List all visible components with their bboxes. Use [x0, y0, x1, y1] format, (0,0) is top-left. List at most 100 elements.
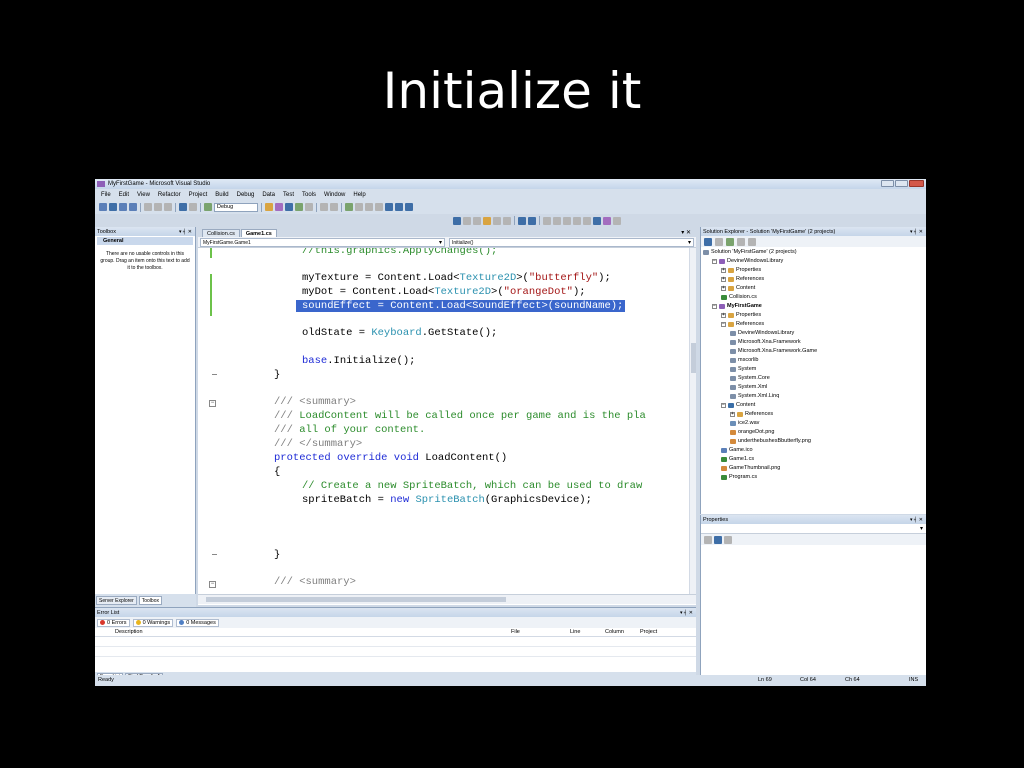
horizontal-scrollbar[interactable] — [198, 595, 696, 604]
cut-icon[interactable] — [144, 203, 152, 211]
start-debugging-icon[interactable] — [204, 203, 212, 211]
code-text-area[interactable]: //this.graphics.ApplyChanges(); myTextur… — [198, 248, 696, 595]
new-project-icon[interactable] — [99, 203, 107, 211]
expand-toggle-icon[interactable]: + — [721, 267, 726, 273]
continue-icon[interactable] — [345, 203, 353, 211]
copy-icon[interactable] — [154, 203, 162, 211]
decrease-indent-icon[interactable] — [493, 216, 501, 225]
panel-pin-icon[interactable]: ▾ ╡ ✕ — [910, 229, 923, 235]
quick-info-icon[interactable] — [473, 216, 481, 225]
tree-project-node[interactable]: − DevineWindowsLibrary — [712, 258, 783, 264]
tree-file-node[interactable]: Collision.cs — [721, 294, 757, 300]
step-over-icon[interactable] — [395, 203, 403, 211]
next-bookmark-folder-icon[interactable] — [583, 216, 591, 225]
menu-data[interactable]: Data — [262, 192, 275, 198]
property-pages-icon[interactable] — [724, 535, 732, 544]
tree-reference-node[interactable]: Microsoft.Xna.Framework.Game — [730, 348, 817, 354]
properties-icon[interactable] — [704, 237, 712, 246]
toolbox-group-general[interactable]: General — [97, 237, 193, 245]
minimize-button[interactable] — [881, 180, 894, 187]
solution-configuration-combo[interactable]: Debug — [214, 202, 258, 212]
tab-toolbox[interactable]: Toolbox — [138, 596, 162, 605]
menu-file[interactable]: File — [101, 192, 111, 198]
tree-folder-node[interactable]: + Content — [721, 285, 755, 291]
tree-reference-node[interactable]: Microsoft.Xna.Framework — [730, 339, 801, 345]
close-document-icon[interactable]: ▾ ✕ — [681, 229, 691, 236]
menu-help[interactable]: Help — [353, 192, 365, 198]
save-all-icon[interactable] — [129, 203, 137, 211]
debug-stop-icon[interactable] — [330, 203, 338, 211]
step-into-icon[interactable] — [385, 203, 393, 211]
tree-folder-node[interactable]: − Content — [721, 402, 755, 408]
errors-filter-button[interactable]: 0 Errors — [97, 618, 130, 627]
tree-folder-node[interactable]: + Properties — [721, 267, 761, 273]
tree-file-node[interactable]: Game.ico — [721, 447, 753, 453]
tree-reference-node[interactable]: System.Xml.Linq — [730, 393, 779, 399]
tree-file-node[interactable]: underthebushesBbutterfly.png — [730, 438, 811, 444]
panel-pin-icon[interactable]: ▾ ╡ ✕ — [680, 610, 693, 616]
close-button[interactable] — [909, 180, 924, 187]
warnings-filter-button[interactable]: 0 Warnings — [132, 618, 174, 627]
expand-toggle-icon[interactable]: + — [721, 312, 726, 318]
column-column[interactable]: Column — [605, 629, 624, 635]
undo-icon[interactable] — [179, 203, 187, 211]
tree-reference-node[interactable]: System.Xml — [730, 384, 767, 390]
object-combo[interactable] — [701, 524, 926, 534]
menu-build[interactable]: Build — [215, 192, 228, 198]
panel-pin-icon[interactable]: ▾ ╡ ✕ — [179, 229, 192, 235]
comment-icon[interactable] — [518, 216, 526, 225]
categorized-icon[interactable] — [704, 535, 712, 544]
tree-reference-node[interactable]: System.Core — [730, 375, 770, 381]
menu-project[interactable]: Project — [189, 192, 208, 198]
uncomment-icon[interactable] — [528, 216, 536, 225]
tree-project-node[interactable]: − MyFirstGame — [712, 303, 762, 309]
tree-reference-node[interactable]: mscorlib — [730, 357, 758, 363]
expand-toggle-icon[interactable]: + — [730, 411, 735, 417]
stop-icon[interactable] — [365, 203, 373, 211]
collapse-icon[interactable]: − — [209, 400, 216, 407]
class-combo[interactable]: MyFirstGame.Game1 — [200, 238, 445, 247]
tab-game1-cs[interactable]: Game1.cs — [240, 229, 277, 237]
menu-edit[interactable]: Edit — [119, 192, 129, 198]
complete-word-icon[interactable] — [483, 216, 491, 225]
menu-tools[interactable]: Tools — [302, 192, 316, 198]
other-windows-icon[interactable] — [305, 203, 313, 211]
paste-icon[interactable] — [164, 203, 172, 211]
restart-icon[interactable] — [375, 203, 383, 211]
expand-toggle-icon[interactable]: + — [721, 285, 726, 291]
column-file[interactable]: File — [511, 629, 520, 635]
refresh-icon[interactable] — [726, 237, 734, 246]
expand-toggle-icon[interactable]: + — [721, 276, 726, 282]
panel-pin-icon[interactable]: ▾ ╡ ✕ — [910, 517, 923, 523]
alphabetical-icon[interactable] — [714, 535, 722, 544]
tree-folder-node[interactable]: − References — [721, 321, 764, 327]
tree-file-node[interactable]: orangeDot.png — [730, 429, 774, 435]
debug-step-icon[interactable] — [320, 203, 328, 211]
tree-reference-node[interactable]: System — [730, 366, 756, 372]
tab-collision-cs[interactable]: Collision.cs — [202, 229, 240, 237]
menu-refactor[interactable]: Refactor — [158, 192, 181, 198]
view-class-diagram-icon[interactable] — [748, 237, 756, 246]
menu-view[interactable]: View — [137, 192, 150, 198]
show-all-files-icon[interactable] — [715, 237, 723, 246]
menu-debug[interactable]: Debug — [237, 192, 255, 198]
prev-bookmark-icon[interactable] — [553, 216, 561, 225]
menu-window[interactable]: Window — [324, 192, 345, 198]
view-code-icon[interactable] — [737, 237, 745, 246]
vertical-scrollbar[interactable] — [689, 248, 696, 594]
hex-icon[interactable] — [405, 203, 413, 211]
tree-folder-node[interactable]: + References — [721, 276, 764, 282]
tab-server-explorer[interactable]: Server Explorer — [96, 596, 137, 605]
redo-icon[interactable] — [189, 203, 197, 211]
tree-reference-node[interactable]: DevineWindowsLibrary — [730, 330, 794, 336]
tree-file-node[interactable]: Game1.cs — [721, 456, 754, 462]
toolbox-icon[interactable] — [295, 203, 303, 211]
tree-file-node[interactable]: GameThumbnail.png — [721, 465, 780, 471]
increase-indent-icon[interactable] — [503, 216, 511, 225]
find-icon[interactable] — [265, 203, 273, 211]
clear-bookmarks-icon[interactable] — [593, 216, 601, 225]
tree-file-node[interactable]: Program.cs — [721, 474, 757, 480]
expand-toggle-icon[interactable]: − — [721, 402, 726, 408]
object-browser-icon[interactable] — [453, 216, 461, 225]
open-file-icon[interactable] — [109, 203, 117, 211]
